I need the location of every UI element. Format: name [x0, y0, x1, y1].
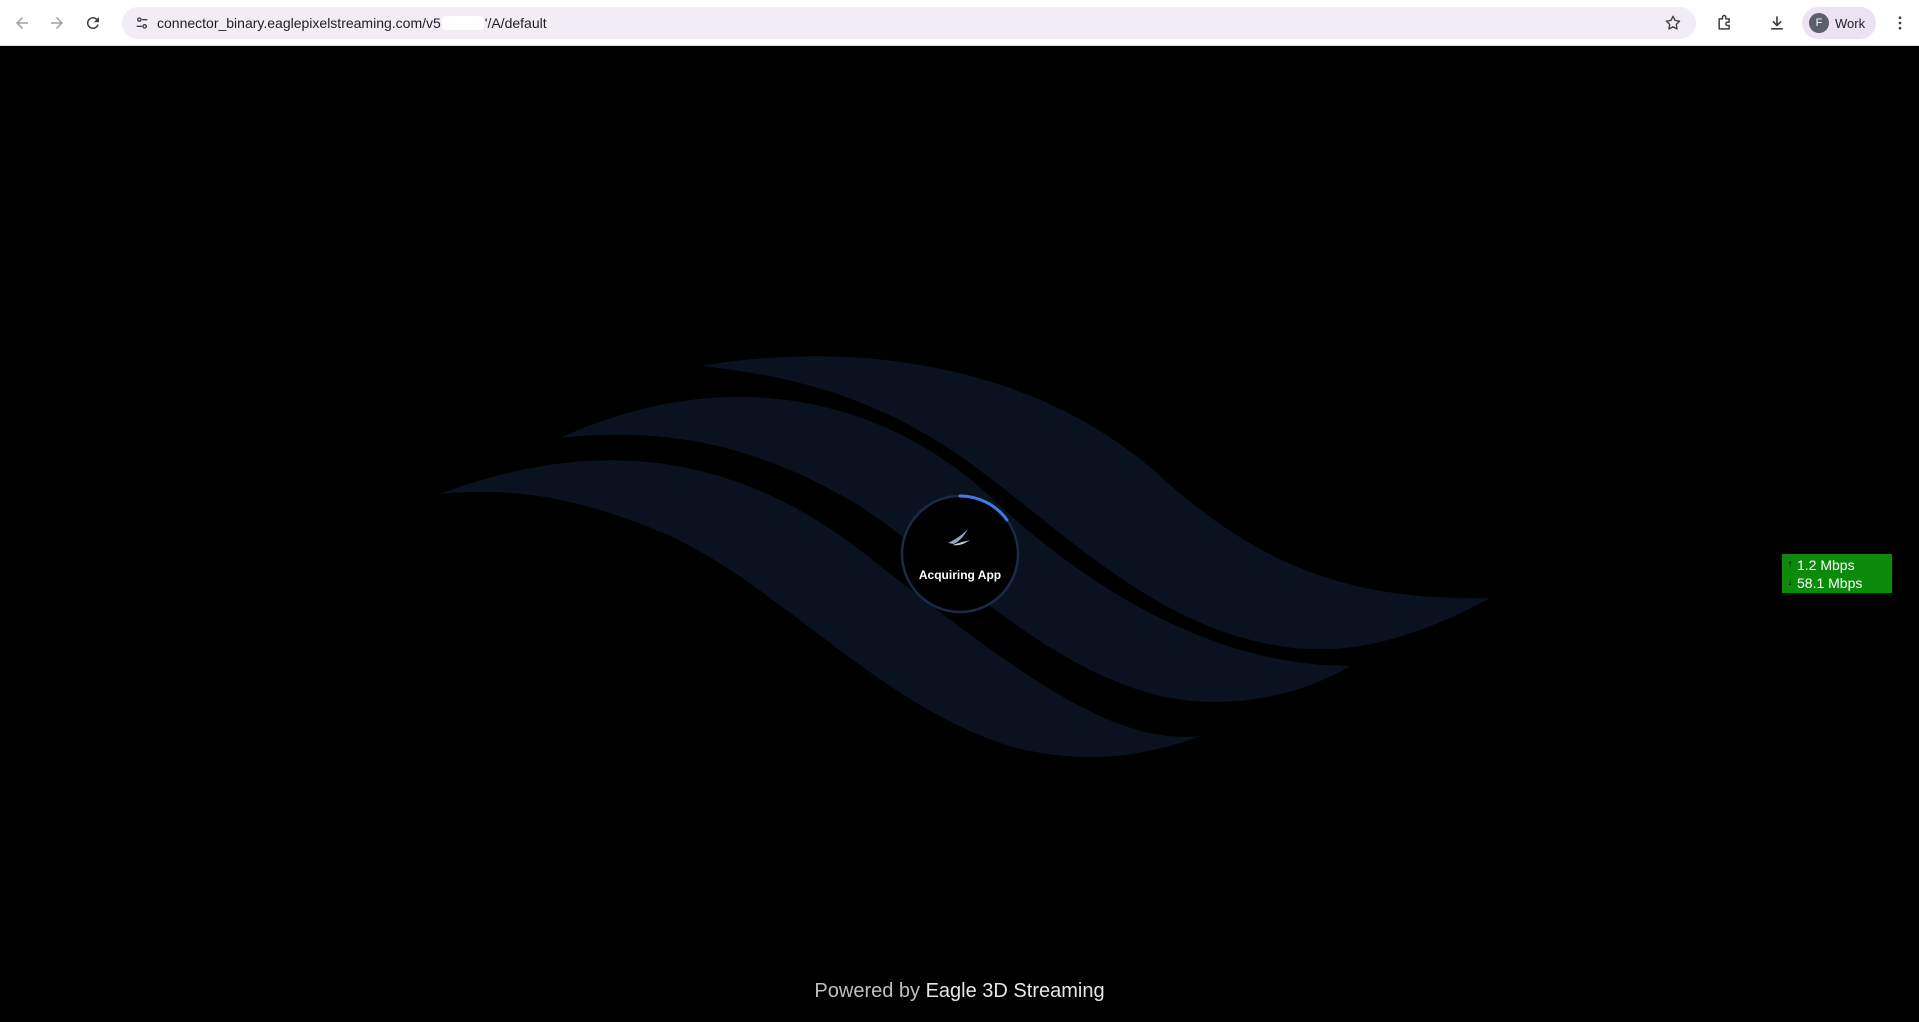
menu-button[interactable] [1890, 11, 1910, 35]
bookmark-button[interactable] [1662, 12, 1684, 34]
download-rate: 58.1 Mbps [1797, 575, 1863, 591]
download-arrow-icon: ↓ [1787, 577, 1793, 588]
star-icon [1665, 15, 1681, 30]
kebab-menu-icon [1898, 16, 1902, 30]
url-prefix: connector_binary.eaglepixelstreaming.com… [157, 15, 441, 31]
powered-by-footer: Powered by Eagle 3D Streaming [0, 980, 1919, 1003]
progress-ring [900, 494, 1020, 614]
upload-rate: 1.2 Mbps [1797, 557, 1855, 573]
arrow-left-icon [16, 17, 28, 29]
site-info-button[interactable] [130, 11, 154, 35]
browser-toolbar: connector_binary.eaglepixelstreaming.com… [0, 0, 1919, 46]
upload-row: ↑ 1.2 Mbps [1786, 556, 1892, 574]
url-suffix: '/A/default [484, 15, 547, 31]
stream-viewport[interactable]: Acquiring App ↑ 1.2 Mbps ↓ 58.1 Mbps Pow… [0, 46, 1919, 1022]
upload-arrow-icon: ↑ [1787, 559, 1793, 570]
avatar: F [1809, 13, 1829, 33]
puzzle-icon [1718, 14, 1730, 30]
tune-icon [136, 17, 148, 29]
reload-button[interactable] [79, 9, 107, 37]
downloads-button[interactable] [1765, 11, 1789, 35]
brand-name: Eagle 3D Streaming [925, 980, 1105, 1002]
extensions-button[interactable] [1713, 11, 1737, 35]
eagle-icon [948, 529, 970, 546]
address-bar[interactable]: connector_binary.eaglepixelstreaming.com… [122, 7, 1696, 39]
download-row: ↓ 58.1 Mbps [1786, 574, 1892, 592]
loading-indicator: Acquiring App [899, 493, 1021, 615]
reload-icon [86, 17, 99, 30]
arrow-right-icon [51, 17, 63, 29]
profile-chip[interactable]: F Work [1802, 7, 1876, 39]
forward-button[interactable] [43, 9, 71, 37]
url-text: connector_binary.eaglepixelstreaming.com… [157, 15, 547, 31]
url-redacted [441, 16, 484, 30]
powered-prefix: Powered by [814, 980, 926, 1002]
bandwidth-stats: ↑ 1.2 Mbps ↓ 58.1 Mbps [1782, 554, 1892, 593]
download-icon [1771, 16, 1783, 30]
profile-label: Work [1835, 15, 1866, 31]
back-button[interactable] [8, 9, 36, 37]
loader-status: Acquiring App [918, 568, 1002, 582]
